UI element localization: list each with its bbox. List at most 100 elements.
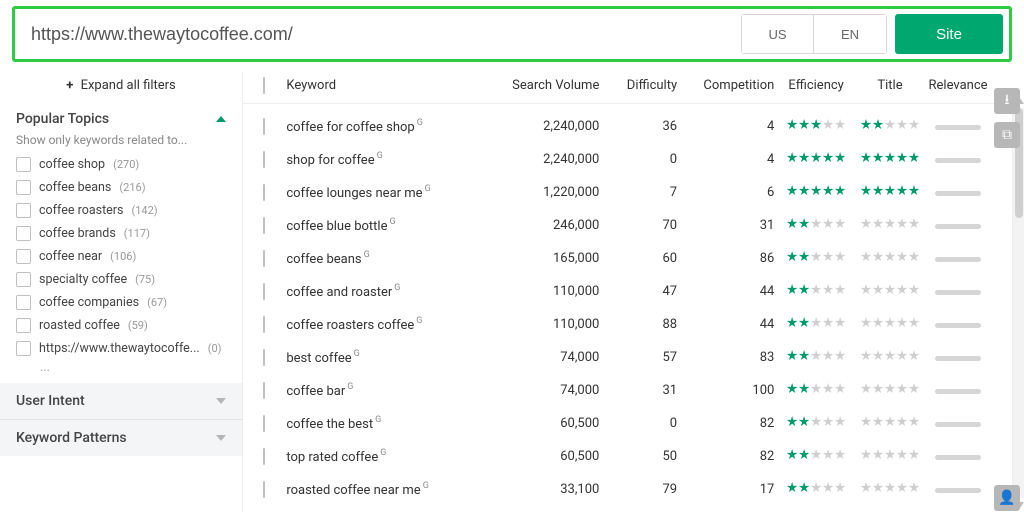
col-header-difficulty[interactable]: Difficulty [599, 78, 677, 93]
cell-efficiency [774, 350, 858, 365]
row-checkbox[interactable] [263, 184, 265, 201]
popular-topics-header[interactable]: Popular Topics [0, 107, 242, 133]
topic-item[interactable]: coffee shop (270) [16, 153, 226, 176]
table-row[interactable]: roasted coffee near meG33,1007917 [263, 473, 994, 506]
keyword-patterns-header[interactable]: Keyword Patterns [0, 419, 242, 456]
user-intent-header[interactable]: User Intent [0, 383, 242, 419]
cell-efficiency [774, 119, 858, 134]
cell-difficulty: 57 [599, 350, 677, 365]
cell-keyword: coffee blue bottleG [286, 217, 490, 233]
cell-search-volume: 2,240,000 [490, 119, 599, 134]
col-header-title[interactable]: Title [858, 78, 922, 93]
table-row[interactable]: top rated coffeeG60,5005082 [263, 440, 994, 473]
table-row[interactable]: coffee roasters coffeeG110,0008844 [263, 308, 994, 341]
table-row[interactable]: coffee for coffee shopG2,240,000364 [263, 110, 994, 143]
google-badge-icon: G [423, 481, 429, 491]
star-rating [787, 119, 846, 130]
col-header-relevance[interactable]: Relevance [922, 78, 994, 93]
topic-checkbox[interactable] [16, 272, 31, 287]
google-badge-icon: G [380, 448, 386, 458]
star-rating [860, 185, 919, 196]
cell-difficulty: 31 [599, 383, 677, 398]
copy-button[interactable]: ⧉ [994, 122, 1020, 148]
cell-competition: 4 [677, 152, 774, 167]
site-search-button[interactable]: Site [895, 14, 1003, 54]
star-rating [787, 185, 846, 196]
topic-checkbox[interactable] [16, 318, 31, 333]
row-checkbox[interactable] [263, 448, 265, 465]
row-checkbox[interactable] [263, 217, 265, 234]
keyword-table: Keyword Search Volume Difficulty Competi… [243, 72, 1024, 512]
topic-item[interactable]: specialty coffee (75) [16, 268, 226, 291]
table-row[interactable]: shop for coffeeG2,240,00004 [263, 143, 994, 176]
row-checkbox[interactable] [263, 118, 265, 135]
keyword-patterns-title: Keyword Patterns [16, 430, 127, 446]
topic-item[interactable]: coffee companies (67) [16, 291, 226, 314]
topic-checkbox[interactable] [16, 180, 31, 195]
table-row[interactable]: coffee blue bottleG246,0007031 [263, 209, 994, 242]
topic-item[interactable]: https://www.thewaytocoffe... (0) [16, 337, 226, 360]
locale-language-button[interactable]: EN [814, 15, 886, 53]
cell-relevance [922, 482, 994, 497]
cell-keyword: coffee and roasterG [286, 283, 490, 299]
cell-competition: 4 [677, 119, 774, 134]
cell-efficiency [774, 383, 858, 398]
col-header-keyword[interactable]: Keyword [286, 78, 490, 93]
google-badge-icon: G [354, 349, 360, 359]
url-input[interactable] [21, 24, 733, 45]
row-checkbox[interactable] [263, 481, 265, 498]
topic-label: coffee brands [39, 226, 116, 241]
row-checkbox[interactable] [263, 382, 265, 399]
more-topics[interactable]: ... [16, 360, 226, 375]
topic-item[interactable]: coffee near (106) [16, 245, 226, 268]
star-rating [860, 317, 919, 328]
topic-item[interactable]: coffee brands (117) [16, 222, 226, 245]
cell-search-volume: 110,000 [490, 317, 599, 332]
table-row[interactable]: coffee and roasterG110,0004744 [263, 275, 994, 308]
table-row[interactable]: coffee beansG165,0006086 [263, 242, 994, 275]
cell-efficiency [774, 482, 858, 497]
topic-item[interactable]: coffee beans (216) [16, 176, 226, 199]
topic-checkbox[interactable] [16, 226, 31, 241]
cell-difficulty: 79 [599, 482, 677, 497]
topic-label: roasted coffee [39, 318, 120, 333]
user-floating-button[interactable]: 👤 [994, 485, 1020, 511]
topic-checkbox[interactable] [16, 157, 31, 172]
download-button[interactable]: ⭳ [994, 88, 1020, 114]
table-row[interactable]: coffee the bestG60,500082 [263, 407, 994, 440]
cell-search-volume: 1,220,000 [490, 185, 599, 200]
col-header-search-volume[interactable]: Search Volume [490, 78, 599, 93]
popular-topics-subtitle: Show only keywords related to... [0, 133, 242, 153]
vertical-scrollbar[interactable] [1012, 108, 1024, 498]
google-badge-icon: G [417, 118, 423, 128]
cell-efficiency [774, 152, 858, 167]
topic-checkbox[interactable] [16, 203, 31, 218]
expand-all-filters[interactable]: + Expand all filters [0, 72, 242, 107]
topic-item[interactable]: roasted coffee (59) [16, 314, 226, 337]
row-checkbox[interactable] [263, 151, 265, 168]
col-header-efficiency[interactable]: Efficiency [774, 78, 858, 93]
table-row[interactable]: coffee lounges near meG1,220,00076 [263, 176, 994, 209]
table-row[interactable]: coffee barG74,00031100 [263, 374, 994, 407]
topic-checkbox[interactable] [16, 295, 31, 310]
row-checkbox[interactable] [263, 250, 265, 267]
cell-keyword: coffee for coffee shopG [286, 118, 490, 134]
google-badge-icon: G [389, 217, 395, 227]
topic-checkbox[interactable] [16, 341, 31, 356]
row-checkbox[interactable] [263, 415, 265, 432]
topic-checkbox[interactable] [16, 249, 31, 264]
cell-competition: 86 [677, 251, 774, 266]
locale-country-button[interactable]: US [742, 15, 814, 53]
google-badge-icon: G [377, 151, 383, 161]
star-rating [787, 416, 846, 427]
table-body: coffee for coffee shopG2,240,000364shop … [243, 104, 1004, 506]
col-header-competition[interactable]: Competition [677, 78, 774, 93]
row-checkbox[interactable] [263, 349, 265, 366]
row-checkbox[interactable] [263, 316, 265, 333]
plus-icon: + [66, 78, 73, 93]
table-row[interactable]: best coffeeG74,0005783 [263, 341, 994, 374]
select-all-checkbox[interactable] [263, 77, 265, 94]
row-checkbox[interactable] [263, 283, 265, 300]
topic-item[interactable]: coffee roasters (142) [16, 199, 226, 222]
topic-label: coffee roasters [39, 203, 123, 218]
